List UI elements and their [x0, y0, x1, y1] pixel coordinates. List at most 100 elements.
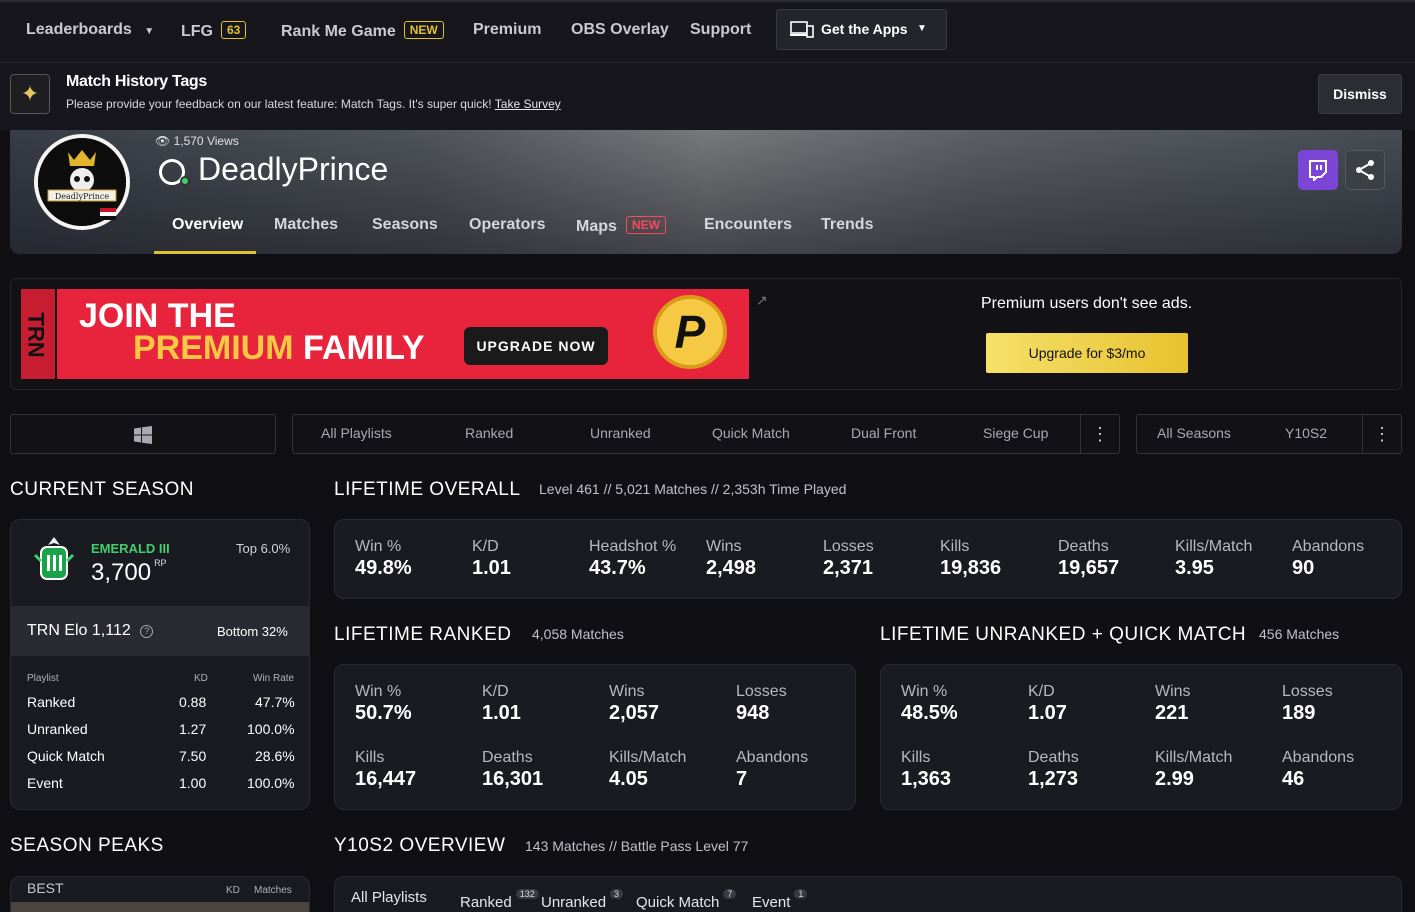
new-badge: NEW — [403, 21, 444, 39]
stat-deaths: Deaths 19,657 — [1058, 538, 1120, 579]
lifetime-overall-sub: Level 461 // 5,021 Matches // 2,353h Tim… — [539, 481, 847, 497]
stat-win-pct: Win % 48.5% — [901, 683, 958, 724]
trn-elo: TRN Elo 1,112 ? — [27, 622, 154, 640]
announcement-title: Match History Tags — [66, 73, 207, 90]
filter-ranked[interactable]: Ranked — [465, 425, 513, 441]
row-playlist: Quick Match — [27, 748, 105, 764]
lifetime-unranked-title: LIFETIME UNRANKED + QUICK MATCH — [880, 624, 1247, 645]
maps-new-badge: NEW — [625, 216, 666, 234]
share-icon — [1356, 160, 1374, 180]
stat-abandons: Abandons 46 — [1282, 749, 1355, 790]
nav-rank-me-game[interactable]: Rank Me Game NEW — [281, 21, 444, 41]
banner-line2: PREMIUM FAMILY — [133, 329, 425, 368]
stat-losses: Losses 948 — [736, 683, 787, 724]
avatar-art: DeadlyPrince — [38, 138, 126, 226]
tab-encounters[interactable]: Encounters — [704, 216, 792, 234]
header-underline-overview — [154, 251, 256, 254]
filter-all-seasons[interactable]: All Seasons — [1157, 425, 1231, 441]
nav-support[interactable]: Support — [690, 21, 751, 39]
trn-logo-text: TRN — [23, 312, 49, 358]
tab-overview[interactable]: Overview — [172, 216, 243, 234]
stat-wins: Wins 2,498 — [706, 538, 757, 579]
windows-icon — [134, 426, 152, 444]
playlist-more-icon[interactable]: ⋮ — [1080, 415, 1119, 453]
eye-icon: 👁 — [155, 134, 171, 148]
rank-rp-value: 3,700 — [91, 559, 152, 586]
lifetime-unranked-sub: 456 Matches — [1259, 626, 1340, 642]
announcement-text-line: Please provide your feedback on our late… — [66, 97, 561, 111]
nav-premium[interactable]: Premium — [473, 21, 541, 39]
stat-kd: K/D 1.01 — [472, 538, 511, 579]
row-win: 47.7% — [255, 694, 295, 710]
row-playlist: Unranked — [27, 721, 88, 737]
announcement-text: Please provide your feedback on our late… — [66, 97, 492, 111]
share-button[interactable] — [1345, 150, 1385, 190]
row-kd: 1.00 — [179, 775, 207, 791]
nav-obs-overlay[interactable]: OBS Overlay — [571, 21, 669, 39]
stat-kd: K/D 1.07 — [1028, 683, 1067, 724]
filter-all-playlists[interactable]: All Playlists — [321, 425, 392, 441]
take-survey-link[interactable]: Take Survey — [495, 97, 561, 111]
premium-note: Premium users don't see ads. — [981, 295, 1193, 312]
season-peaks-title: SEASON PEAKS — [10, 835, 164, 856]
nav-leaderboards[interactable]: Leaderboards ▼ — [26, 21, 154, 39]
stat-deaths: Deaths 16,301 — [482, 749, 544, 790]
twitch-button[interactable] — [1298, 150, 1338, 190]
tab-matches[interactable]: Matches — [274, 216, 338, 234]
rank-rp: 3,700 RP — [91, 558, 167, 587]
avatar-text: DeadlyPrince — [55, 192, 110, 201]
filter-season-y10s2[interactable]: Y10S2 — [1285, 425, 1327, 441]
stat-kills: Kills 19,836 — [940, 538, 1002, 579]
rank-rp-label: RP — [154, 558, 167, 568]
filter-siege-cup[interactable]: Siege Cup — [983, 425, 1048, 441]
season-overview-title: Y10S2 OVERVIEW — [334, 835, 506, 856]
season-more-icon[interactable]: ⋮ — [1362, 415, 1401, 453]
views-line: 👁 1,570 Views — [155, 134, 239, 148]
platform-filter[interactable] — [10, 414, 276, 454]
premium-ad-banner[interactable]: TRN JOIN THE PREMIUM FAMILY UPGRADE NOW … — [21, 289, 749, 379]
get-apps-button[interactable]: Get the Apps ▼ — [776, 9, 947, 50]
row-kd: 0.88 — [179, 694, 207, 710]
ov-tab-quick-match[interactable]: Quick Match 7 — [636, 889, 737, 911]
stat-win-pct: Win % 50.7% — [355, 683, 412, 724]
current-season-title: CURRENT SEASON — [10, 479, 195, 500]
stat-abandons: Abandons 7 — [736, 749, 809, 790]
get-apps-label: Get the Apps — [821, 21, 908, 37]
emerald-rank-icon — [33, 535, 75, 587]
nav-leaderboards-label: Leaderboards — [26, 21, 132, 38]
filter-quick-match[interactable]: Quick Match — [712, 425, 790, 441]
tab-trends[interactable]: Trends — [821, 216, 873, 234]
chevron-down-icon: ▼ — [144, 26, 155, 37]
ov-tab-unranked[interactable]: Unranked 3 — [541, 889, 624, 911]
ad-choices-icon[interactable]: ↗ — [756, 292, 768, 309]
stat-win-pct: Win % 49.8% — [355, 538, 412, 579]
rank-name: EMERALD III — [91, 541, 170, 556]
sparkles-icon: ✦ — [10, 74, 50, 114]
help-icon[interactable]: ? — [140, 625, 154, 638]
tab-operators[interactable]: Operators — [469, 216, 545, 234]
peaks-best-label: BEST — [27, 880, 64, 896]
nav-lfg[interactable]: LFG 63 — [181, 21, 247, 41]
twitch-icon — [1309, 160, 1327, 183]
trn-elo-rank: Bottom 32% — [217, 624, 288, 639]
ov-tab-ranked[interactable]: Ranked 132 — [460, 889, 539, 911]
banner-upgrade-now: UPGRADE NOW — [464, 327, 608, 365]
stat-kills-per-match: Kills/Match 3.95 — [1175, 538, 1253, 579]
dismiss-button[interactable]: Dismiss — [1318, 74, 1402, 114]
trn-elo-value: TRN Elo 1,112 — [27, 622, 131, 639]
announcement-bar — [0, 62, 1415, 130]
ov-tab-all-playlists[interactable]: All Playlists — [351, 889, 427, 906]
lifetime-ranked-title: LIFETIME RANKED — [334, 624, 512, 645]
ov-tab-count: 1 — [794, 889, 808, 899]
row-kd: 7.50 — [179, 748, 207, 764]
filter-unranked[interactable]: Unranked — [590, 425, 651, 441]
nav-lfg-label: LFG — [181, 23, 213, 40]
ov-tab-event[interactable]: Event 1 — [752, 889, 808, 911]
upgrade-button[interactable]: Upgrade for $3/mo — [986, 333, 1188, 373]
rank-top-percent: Top 6.0% — [236, 541, 291, 556]
col-kd: KD — [194, 673, 208, 684]
tab-seasons[interactable]: Seasons — [372, 216, 438, 234]
filter-dual-front[interactable]: Dual Front — [851, 425, 916, 441]
tab-maps[interactable]: Maps NEW — [576, 216, 666, 236]
row-win: 100.0% — [247, 721, 295, 737]
